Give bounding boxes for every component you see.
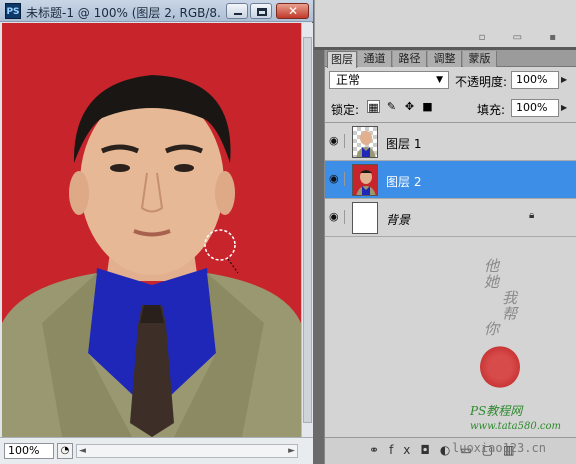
opacity-label: 不透明度:	[455, 75, 508, 89]
scroll-left-icon[interactable]: ◄	[79, 445, 86, 457]
watermark-url: www.tata580.com	[470, 421, 562, 432]
horizontal-scrollbar[interactable]: ◄ ►	[76, 444, 298, 458]
upper-panel-icons[interactable]: ▫ ▭ ▪	[479, 32, 568, 43]
tab-paths[interactable]: 路径	[393, 51, 427, 67]
layers-panel: 图层 通道 路径 调整 蒙版 正常 ▼ 不透明度: 100% ▶ 锁定: ▦ ✎…	[324, 50, 576, 464]
eye-icon[interactable]: ◉	[329, 172, 345, 186]
vertical-scrollbar[interactable]	[301, 23, 313, 437]
layer-thumbnail	[352, 202, 378, 234]
layer-name: 图层 2	[386, 175, 422, 189]
photoshop-icon: PS	[5, 3, 21, 19]
blend-mode-select[interactable]: 正常 ▼	[329, 71, 449, 89]
tab-masks[interactable]: 蒙版	[463, 51, 497, 67]
document-titlebar[interactable]: PS 未标题-1 @ 100% (图层 2, RGB/8... ✕	[0, 0, 313, 22]
link-icon[interactable]: ⚭	[369, 443, 389, 457]
fill-label: 填充:	[477, 103, 506, 117]
image-canvas[interactable]	[2, 23, 301, 437]
lock-position-icon[interactable]: ✥	[403, 100, 416, 113]
lock-image-icon[interactable]: ✎	[385, 100, 398, 113]
lock-all-icon[interactable]: ■	[421, 100, 434, 113]
layer-row-background[interactable]: ◉ 背景 🔒︎	[325, 199, 576, 237]
maximize-icon	[257, 8, 267, 16]
dropdown-arrow-icon: ▼	[436, 75, 443, 85]
fx-icon[interactable]: fx	[389, 443, 420, 457]
watermark-vertical-2: 我帮	[502, 289, 518, 323]
layer-name: 图层 1	[386, 137, 422, 151]
close-button[interactable]: ✕	[276, 3, 309, 19]
lock-options: ▦ ✎ ✥ ■	[367, 99, 437, 115]
status-bar: 100% ◔ ◄ ►	[0, 437, 313, 464]
watermark-vertical-3: 你	[484, 320, 500, 338]
minimize-icon	[234, 13, 242, 15]
eye-icon[interactable]: ◉	[329, 134, 345, 148]
layer-list: ◉ 图层 1 ◉ 图层 2 ◉ 背景 🔒︎	[325, 122, 576, 437]
fill-field[interactable]: 100%	[511, 99, 559, 117]
vertical-scroll-thumb[interactable]	[303, 37, 312, 423]
opacity-arrow-icon[interactable]: ▶	[561, 75, 567, 84]
lock-label: 锁定:	[331, 103, 360, 117]
watermark-url-2: luoxiao123.cn	[452, 441, 546, 455]
watermark-seal	[480, 346, 520, 388]
fill-arrow-icon[interactable]: ▶	[561, 103, 567, 112]
lock-transparent-icon[interactable]: ▦	[367, 100, 380, 114]
zoom-field[interactable]: 100%	[4, 443, 54, 459]
tab-layers[interactable]: 图层	[327, 51, 357, 68]
upper-panel: ▫ ▭ ▪	[314, 0, 576, 47]
close-icon: ✕	[288, 4, 299, 18]
eye-icon[interactable]: ◉	[329, 210, 345, 224]
status-menu-button[interactable]: ◔	[57, 443, 73, 459]
layer-thumbnail	[352, 126, 378, 158]
minimize-button[interactable]	[226, 3, 248, 19]
opacity-field[interactable]: 100%	[511, 71, 559, 89]
panel-tabbar: 图层 通道 路径 调整 蒙版	[325, 50, 576, 68]
maximize-button[interactable]	[250, 3, 272, 19]
lock-icon: 🔒︎	[529, 210, 535, 221]
document-window: PS 未标题-1 @ 100% (图层 2, RGB/8... ✕ 100% ◔…	[0, 0, 313, 464]
layer-thumbnail	[352, 164, 378, 196]
layer-name: 背景	[386, 213, 411, 227]
document-title: 未标题-1 @ 100% (图层 2, RGB/8...	[26, 6, 221, 20]
portrait-photo	[2, 23, 301, 437]
watermark-brand: PS教程网	[470, 404, 523, 418]
layer-row-2[interactable]: ◉ 图层 2	[325, 161, 576, 199]
layer-row-1[interactable]: ◉ 图层 1	[325, 123, 576, 161]
scroll-right-icon[interactable]: ►	[288, 445, 295, 457]
mask-icon[interactable]: ◘	[420, 443, 440, 457]
tab-adjustments[interactable]: 调整	[428, 51, 462, 67]
tab-channels[interactable]: 通道	[358, 51, 392, 67]
watermark-vertical-1: 他她	[484, 257, 500, 291]
blend-mode-value: 正常	[336, 73, 361, 87]
